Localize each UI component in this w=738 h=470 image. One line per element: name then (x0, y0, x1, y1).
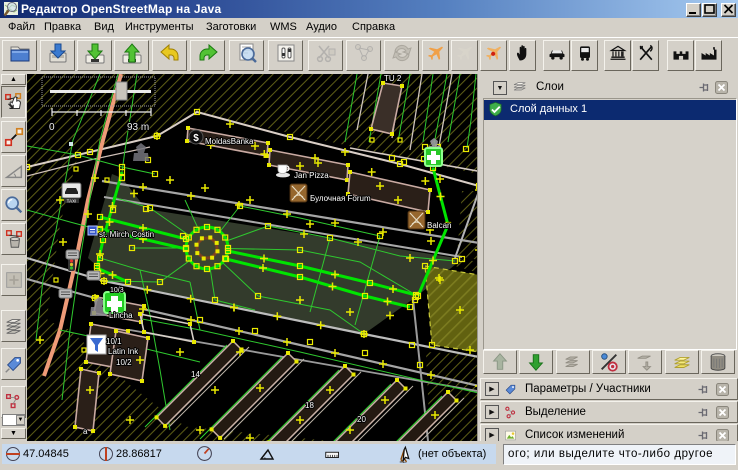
svg-text:a: a (83, 427, 88, 436)
svg-text:Jan Pizza: Jan Pizza (294, 171, 329, 180)
svg-text:10/1: 10/1 (106, 337, 122, 346)
svg-text:TAXI: TAXI (67, 198, 77, 203)
svg-text:Balcan: Balcan (427, 221, 451, 230)
svg-text:0: 0 (49, 122, 55, 133)
svg-text:14: 14 (191, 370, 200, 379)
svg-text:MoldasBanka: MoldasBanka (205, 137, 254, 146)
svg-text:TU 2: TU 2 (384, 74, 402, 83)
svg-text:$: $ (193, 133, 199, 144)
svg-text:20: 20 (357, 415, 366, 424)
svg-text:Latin Ink: Latin Ink (108, 347, 139, 356)
svg-text:Булочная Forum: Булочная Forum (310, 194, 371, 203)
svg-text:18: 18 (305, 401, 314, 410)
svg-text:10/3: 10/3 (110, 287, 124, 294)
svg-text:10/2: 10/2 (116, 358, 132, 367)
svg-text:93 m: 93 m (127, 122, 149, 133)
svg-text:Lincha: Lincha (109, 311, 133, 320)
svg-text:st. Mirch Costin: st. Mirch Costin (99, 230, 154, 239)
